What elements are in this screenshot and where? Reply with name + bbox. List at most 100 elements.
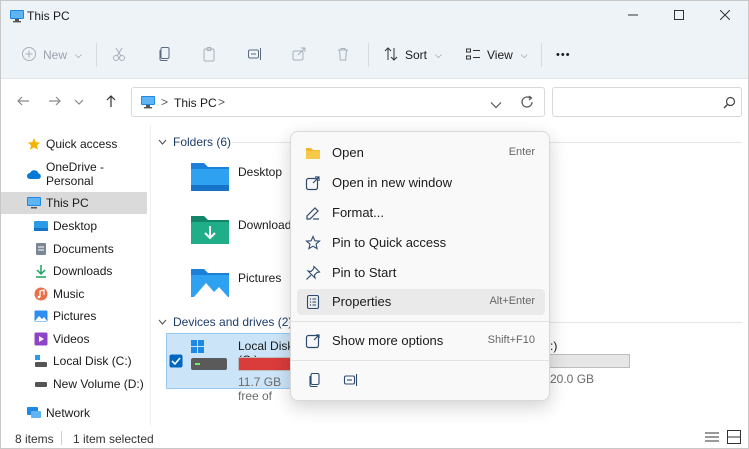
menu-item-properties[interactable]: Properties Alt+Enter (297, 289, 545, 315)
menu-item-pin-quick-access[interactable]: Pin to Quick access (297, 230, 545, 256)
pictures-icon (33, 308, 49, 324)
menu-item-open-new-window[interactable]: Open in new window (297, 170, 545, 196)
sidebar-item-videos[interactable]: Videos (1, 328, 147, 350)
menu-item-shortcut: Shift+F10 (487, 334, 535, 346)
share-button[interactable] (291, 41, 307, 69)
rename-icon (247, 46, 263, 65)
more-icon: ••• (556, 49, 571, 61)
navigation-pane: Quick access OneDrive - Personal This PC… (1, 125, 151, 425)
copy-icon (157, 46, 173, 65)
devices-section-header[interactable]: Devices and drives (2) (158, 315, 292, 329)
recent-locations-button[interactable] (71, 91, 87, 113)
sidebar-item-local-disk-c[interactable]: Local Disk (C:) (1, 350, 147, 372)
divider (96, 43, 97, 67)
breadcrumb-separator[interactable]: > (161, 95, 168, 109)
downloads-folder-icon (190, 212, 230, 249)
this-pc-icon (9, 9, 25, 26)
menu-item-label: Open (332, 145, 364, 160)
menu-divider (291, 321, 549, 322)
rename-icon (343, 374, 359, 391)
sidebar-item-documents[interactable]: Documents (1, 238, 147, 260)
chevron-down-icon (74, 95, 84, 109)
sidebar-item-this-pc[interactable]: This PC (1, 192, 147, 214)
menu-copy-button[interactable] (307, 372, 323, 391)
download-icon (33, 263, 49, 279)
drive-local-disk-c[interactable]: Local Disk (C:) 11.7 GB free of (166, 333, 378, 403)
folder-desktop[interactable]: Desktop (188, 157, 298, 201)
sidebar-item-label: OneDrive - Personal (46, 160, 105, 188)
arrow-right-icon (48, 94, 62, 111)
view-label: View (487, 48, 513, 62)
up-button[interactable] (99, 91, 123, 113)
sidebar-item-downloads[interactable]: Downloads (1, 260, 147, 282)
checkbox-checked-icon[interactable] (169, 354, 183, 371)
menu-item-show-more-options[interactable]: Show more options Shift+F10 (297, 328, 545, 354)
network-icon (26, 405, 42, 421)
menu-item-format[interactable]: Format... (297, 200, 545, 226)
desktop-icon (33, 218, 49, 234)
sidebar-item-music[interactable]: Music (1, 283, 147, 305)
sort-button[interactable]: Sort ⌵ (383, 41, 442, 69)
command-bar: New ⌵ Sort ⌵ View ⌵ ••• (1, 31, 748, 79)
folders-section-header[interactable]: Folders (6) (158, 135, 231, 149)
close-button[interactable] (702, 1, 748, 31)
sidebar-item-quick-access[interactable]: Quick access (1, 133, 147, 155)
properties-icon (305, 294, 321, 310)
sidebar-item-new-volume-d[interactable]: New Volume (D:) (1, 373, 147, 395)
rename-button[interactable] (247, 41, 263, 69)
open-new-window-icon (305, 175, 321, 191)
menu-rename-button[interactable] (343, 372, 359, 391)
desktop-folder-icon (190, 159, 230, 196)
menu-item-label: Properties (332, 294, 392, 309)
breadcrumb-this-pc[interactable]: This PC (174, 96, 217, 110)
maximize-button[interactable] (656, 1, 702, 31)
format-icon (305, 205, 321, 221)
address-dropdown-icon[interactable] (490, 98, 502, 112)
refresh-icon[interactable] (520, 95, 534, 112)
more-options-button[interactable]: ••• (556, 41, 571, 69)
menu-item-label: Format... (332, 205, 385, 220)
menu-item-shortcut: Enter (508, 146, 535, 158)
pictures-folder-icon (190, 265, 230, 302)
delete-button[interactable] (335, 41, 351, 69)
sidebar-item-pictures[interactable]: Pictures (1, 305, 147, 327)
arrow-up-icon (104, 94, 118, 111)
cut-button[interactable] (111, 41, 127, 69)
sidebar-item-label: Local Disk (C:) (53, 354, 132, 368)
documents-icon (33, 241, 49, 257)
menu-item-label: Pin to Start (332, 265, 397, 280)
maximize-icon (674, 9, 684, 23)
breadcrumb-separator[interactable]: > (218, 95, 225, 109)
star-icon (26, 136, 42, 152)
minimize-button[interactable] (610, 1, 656, 31)
sidebar-item-label: New Volume (D:) (53, 377, 144, 391)
folder-label: Pictures (238, 271, 282, 285)
address-bar[interactable]: > This PC > (131, 87, 545, 117)
view-button[interactable]: View ⌵ (465, 41, 528, 69)
drive-d-free-space: 20.0 GB (550, 372, 595, 386)
arrow-left-icon (16, 94, 30, 111)
search-box[interactable] (552, 87, 742, 117)
more-options-icon (305, 333, 321, 349)
back-button[interactable] (11, 91, 35, 113)
drive-d-name-fragment: :) (550, 339, 558, 353)
sidebar-item-onedrive[interactable]: OneDrive - Personal (1, 160, 147, 188)
chevron-down-icon: ⌵ (520, 49, 528, 60)
details-view-icon[interactable] (705, 431, 719, 446)
folder-pictures[interactable]: Pictures (188, 263, 298, 307)
folder-downloads[interactable]: Downloads (188, 210, 298, 254)
copy-button[interactable] (157, 41, 173, 69)
divider (368, 43, 369, 67)
large-icons-view-icon[interactable] (727, 430, 741, 447)
paste-button[interactable] (201, 41, 217, 69)
folder-label: Desktop (238, 165, 283, 179)
drive-icon (33, 353, 49, 369)
sidebar-item-desktop[interactable]: Desktop (1, 215, 147, 237)
sidebar-item-network[interactable]: Network (1, 402, 147, 424)
new-button[interactable]: New ⌵ (21, 41, 82, 69)
new-label: New (43, 48, 68, 62)
menu-item-pin-start[interactable]: Pin to Start (297, 260, 545, 286)
menu-item-open[interactable]: Open Enter (297, 140, 545, 166)
forward-button[interactable] (43, 91, 67, 113)
folder-label: Downloads (238, 218, 298, 232)
